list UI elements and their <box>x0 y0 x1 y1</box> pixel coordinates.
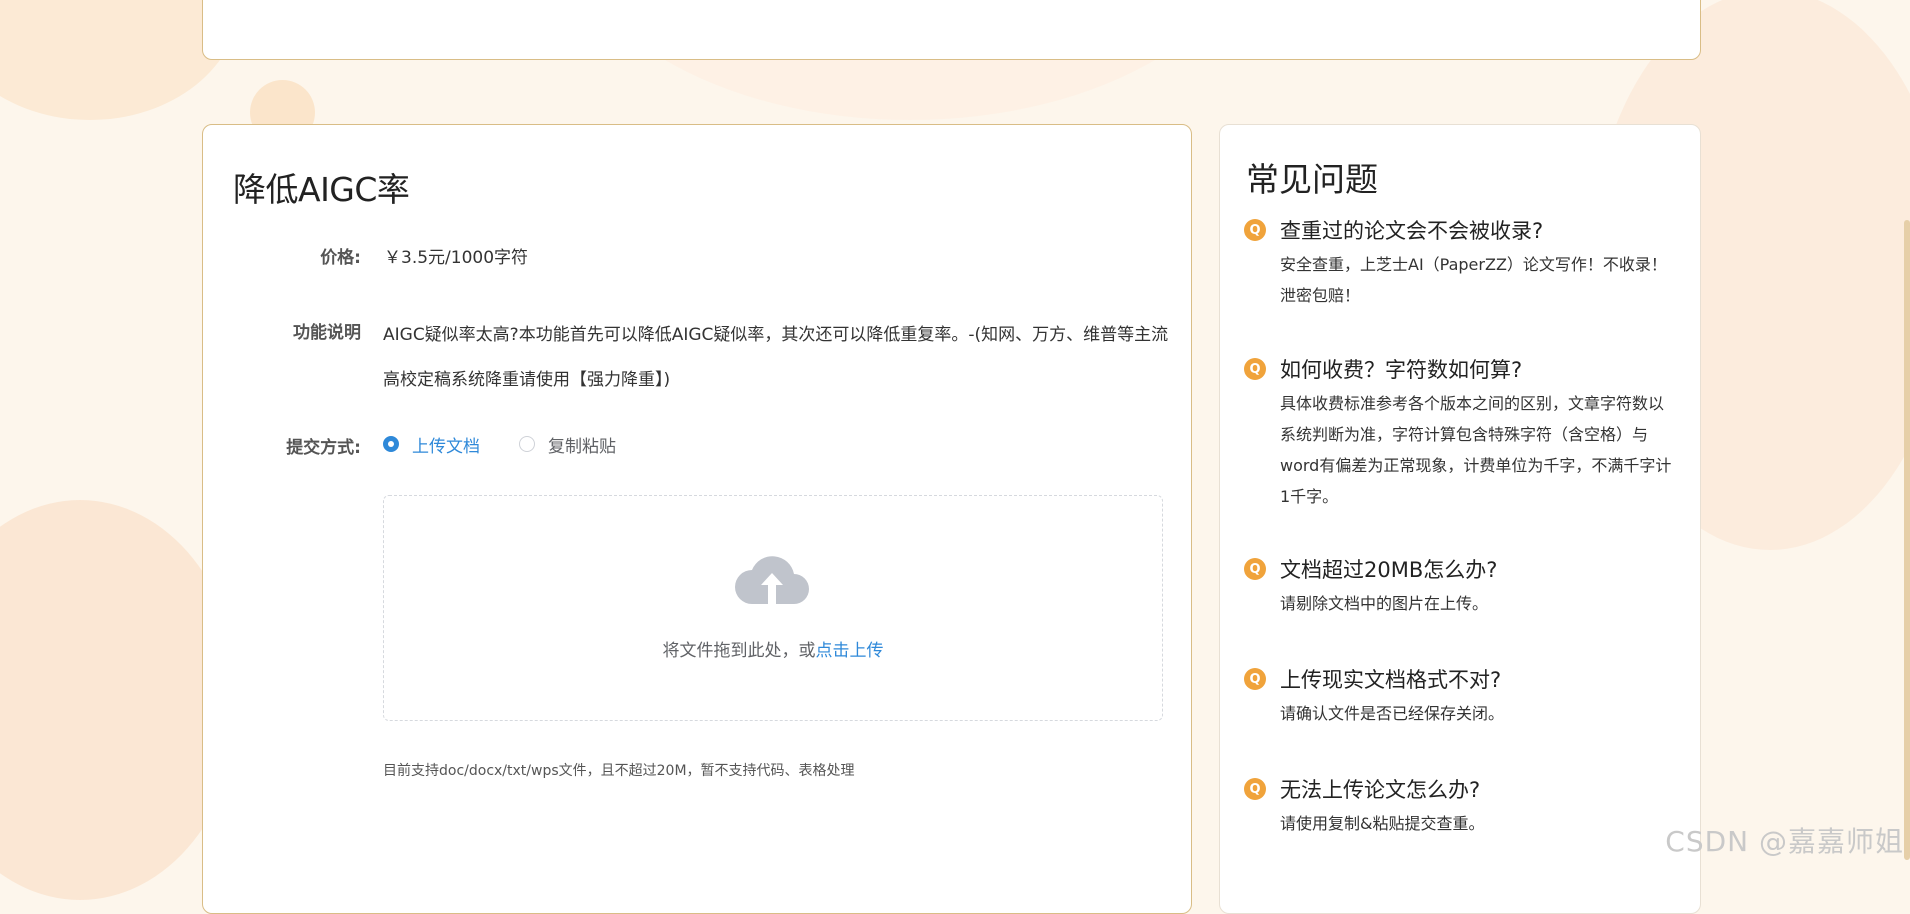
click-upload-link[interactable]: 点击上传 <box>816 641 884 661</box>
faq-item: Q 文档超过20MB怎么办? 请剔除文档中的图片在上传。 <box>1244 554 1674 619</box>
radio-upload-document[interactable]: 上传文档 <box>383 432 480 457</box>
csdn-watermark: CSDN @嘉嘉师姐 <box>1665 825 1904 858</box>
top-card <box>202 0 1701 60</box>
faq-answer: 请使用复制&粘贴提交查重。 <box>1280 814 1485 833</box>
supported-formats-note: 目前支持doc/docx/txt/wps文件，且不超过20M，暂不支持代码、表格… <box>383 763 855 779</box>
faq-question: 查重过的论文会不会被收录? <box>1280 219 1544 243</box>
faq-question: 无法上传论文怎么办? <box>1280 778 1481 802</box>
radio-label: 复制粘贴 <box>548 436 616 457</box>
description-text: AIGC疑似率太高?本功能首先可以降低AIGC疑似率，其次还可以降低重复率。-(… <box>383 325 1169 390</box>
faq-question-icon: Q <box>1244 358 1266 380</box>
faq-answer: 请确认文件是否已经保存关闭。 <box>1280 704 1505 723</box>
faq-item: Q 无法上传论文怎么办? 请使用复制&粘贴提交查重。 <box>1244 774 1674 839</box>
faq-question: 上传现实文档格式不对? <box>1280 668 1502 692</box>
faq-answer: 具体收费标准参考各个版本之间的区别，文章字符数以系统判断为准，字符计算包含特殊字… <box>1280 394 1672 506</box>
faq-answer: 请剔除文档中的图片在上传。 <box>1280 594 1489 613</box>
upload-hint: 将文件拖到此处，或点击上传 <box>384 636 1162 661</box>
radio-label: 上传文档 <box>412 436 480 457</box>
submit-method-label: 提交方式: <box>286 438 361 458</box>
page-title: 降低AIGC率 <box>233 170 410 209</box>
faq-question-icon: Q <box>1244 668 1266 690</box>
faq-card: 常见问题 Q 查重过的论文会不会被收录? 安全查重，上芝士AI（PaperZZ）… <box>1219 124 1701 914</box>
upload-dropzone[interactable]: 将文件拖到此处，或点击上传 <box>383 495 1163 721</box>
page-scrollbar[interactable] <box>1904 220 1910 860</box>
faq-question: 文档超过20MB怎么办? <box>1280 558 1498 582</box>
radio-checked-icon <box>383 436 399 452</box>
faq-question-icon: Q <box>1244 778 1266 800</box>
faq-item: Q 如何收费？字符数如何算? 具体收费标准参考各个版本之间的区别，文章字符数以系… <box>1244 354 1674 512</box>
faq-question-icon: Q <box>1244 219 1266 241</box>
faq-question-icon: Q <box>1244 558 1266 580</box>
price-label: 价格: <box>320 248 361 268</box>
faq-answer: 安全查重，上芝士AI（PaperZZ）论文写作！不收录！泄密包赔！ <box>1280 255 1667 305</box>
price-value: ￥3.5元/1000字符 <box>384 248 529 268</box>
reduce-aigc-card: 降低AIGC率 价格: ￥3.5元/1000字符 功能说明 AIGC疑似率太高?… <box>202 124 1192 914</box>
faq-item: Q 查重过的论文会不会被收录? 安全查重，上芝士AI（PaperZZ）论文写作！… <box>1244 215 1674 311</box>
upload-hint-text: 将文件拖到此处，或 <box>662 641 816 661</box>
faq-title: 常见问题 <box>1246 160 1378 199</box>
faq-item: Q 上传现实文档格式不对? 请确认文件是否已经保存关闭。 <box>1244 664 1674 729</box>
radio-unchecked-icon <box>519 436 535 452</box>
radio-copy-paste[interactable]: 复制粘贴 <box>519 432 616 457</box>
cloud-upload-icon <box>735 556 809 604</box>
faq-question: 如何收费？字符数如何算? <box>1280 358 1523 382</box>
description-label: 功能说明 <box>293 323 361 343</box>
